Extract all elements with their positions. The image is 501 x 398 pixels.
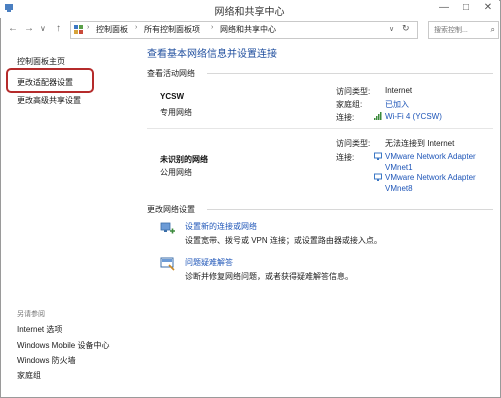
ethernet-icon (374, 152, 382, 160)
change-settings-label: 更改网络设置 (147, 205, 195, 214)
breadcrumb-separator-icon: › (135, 24, 138, 31)
sidebar-item-advanced-sharing[interactable]: 更改高级共享设置 (17, 95, 81, 106)
address-row: ← → ∨ ↑ › 控制面板 › 所有控制面板项 › 网络和共享中心 ∨ ↻ 搜… (0, 20, 499, 40)
access-type-label: 访问类型: (336, 87, 371, 96)
network-category: 专用网络 (160, 108, 192, 117)
sidebar-item-home[interactable]: 控制面板主页 (17, 56, 65, 67)
breadcrumb-separator-icon: › (87, 24, 90, 31)
address-dropdown-icon[interactable]: ∨ (389, 25, 394, 33)
page-title: 查看基本网络信息并设置连接 (147, 49, 277, 60)
network-name: YCSW (160, 92, 184, 101)
troubleshoot-desc: 诊断并修复网络问题，或者获得疑难解答信息。 (185, 272, 353, 281)
see-also-internet-options[interactable]: Internet 选项 (17, 324, 62, 335)
homegroup-label: 家庭组: (336, 100, 363, 109)
sidebar: 控制面板主页 更改适配器设置 更改高级共享设置 另请参阅 Internet 选项… (0, 41, 130, 396)
vmnet1-connection-link-line2[interactable]: VMnet1 (385, 163, 413, 172)
access-type-label: 访问类型: (336, 139, 371, 148)
search-box[interactable]: 搜索控制... ⌕ (428, 21, 499, 39)
breadcrumb-network-center[interactable]: 网络和共享中心 (220, 24, 276, 35)
divider (147, 128, 493, 129)
see-also-windows-mobile[interactable]: Windows Mobile 设备中心 (17, 340, 109, 351)
vmnet8-connection-link[interactable]: VMware Network Adapter (385, 173, 476, 182)
see-also-firewall[interactable]: Windows 防火墙 (17, 355, 76, 366)
see-also-homegroup[interactable]: 家庭组 (17, 370, 41, 381)
homegroup-link[interactable]: 已加入 (385, 99, 409, 110)
setup-connection-desc: 设置宽带、拨号或 VPN 连接；或设置路由器或接入点。 (185, 236, 382, 245)
divider (207, 73, 493, 74)
setup-connection-link[interactable]: 设置新的连接或网络 (185, 221, 257, 232)
back-button[interactable]: ← (8, 23, 18, 34)
wifi-icon (374, 112, 382, 120)
breadcrumb-separator-icon: › (211, 24, 214, 31)
wifi-connection-link[interactable]: Wi-Fi 4 (YCSW) (385, 112, 442, 121)
address-bar[interactable]: › 控制面板 › 所有控制面板项 › 网络和共享中心 ∨ ↻ (70, 21, 418, 39)
new-connection-icon (160, 222, 175, 234)
access-type-value: 无法连接到 Internet (385, 139, 455, 148)
recent-pages-dropdown[interactable]: ∨ (40, 24, 46, 33)
search-icon[interactable]: ⌕ (491, 25, 495, 35)
forward-button[interactable]: → (24, 23, 34, 34)
active-networks-label: 查看活动网络 (147, 69, 195, 78)
troubleshoot-icon (160, 257, 175, 271)
breadcrumb-all-items[interactable]: 所有控制面板项 (144, 24, 200, 35)
window-title: 网络和共享中心 (214, 7, 285, 18)
network-name: 未识别的网络 (160, 155, 208, 164)
vmnet1-connection-link[interactable]: VMware Network Adapter (385, 152, 476, 161)
breadcrumb-control-panel[interactable]: 控制面板 (96, 24, 128, 35)
connection-label: 连接: (336, 113, 355, 122)
ethernet-icon (374, 173, 382, 181)
control-panel-icon (74, 25, 83, 34)
see-also-heading: 另请参阅 (17, 311, 45, 318)
up-button[interactable]: ↑ (56, 23, 61, 34)
troubleshoot-link[interactable]: 问题疑难解答 (185, 257, 233, 268)
search-input[interactable]: 搜索控制... (434, 25, 468, 35)
close-button[interactable]: ✕ (477, 0, 499, 16)
main-pane: 查看基本网络信息并设置连接 查看活动网络 YCSW 专用网络 访问类型: Int… (137, 41, 499, 396)
minimize-button[interactable]: — (433, 0, 455, 16)
sidebar-item-adapter-settings[interactable]: 更改适配器设置 (17, 77, 73, 88)
access-type-value: Internet (385, 86, 413, 95)
connection-label: 连接: (336, 153, 355, 162)
maximize-button[interactable]: □ (455, 0, 477, 16)
network-category: 公用网络 (160, 168, 192, 177)
refresh-icon[interactable]: ↻ (402, 23, 410, 34)
title-bar: 网络和共享中心 — □ ✕ (0, 0, 499, 18)
vmnet8-connection-link-line2[interactable]: VMnet8 (385, 184, 413, 193)
divider (207, 209, 493, 210)
